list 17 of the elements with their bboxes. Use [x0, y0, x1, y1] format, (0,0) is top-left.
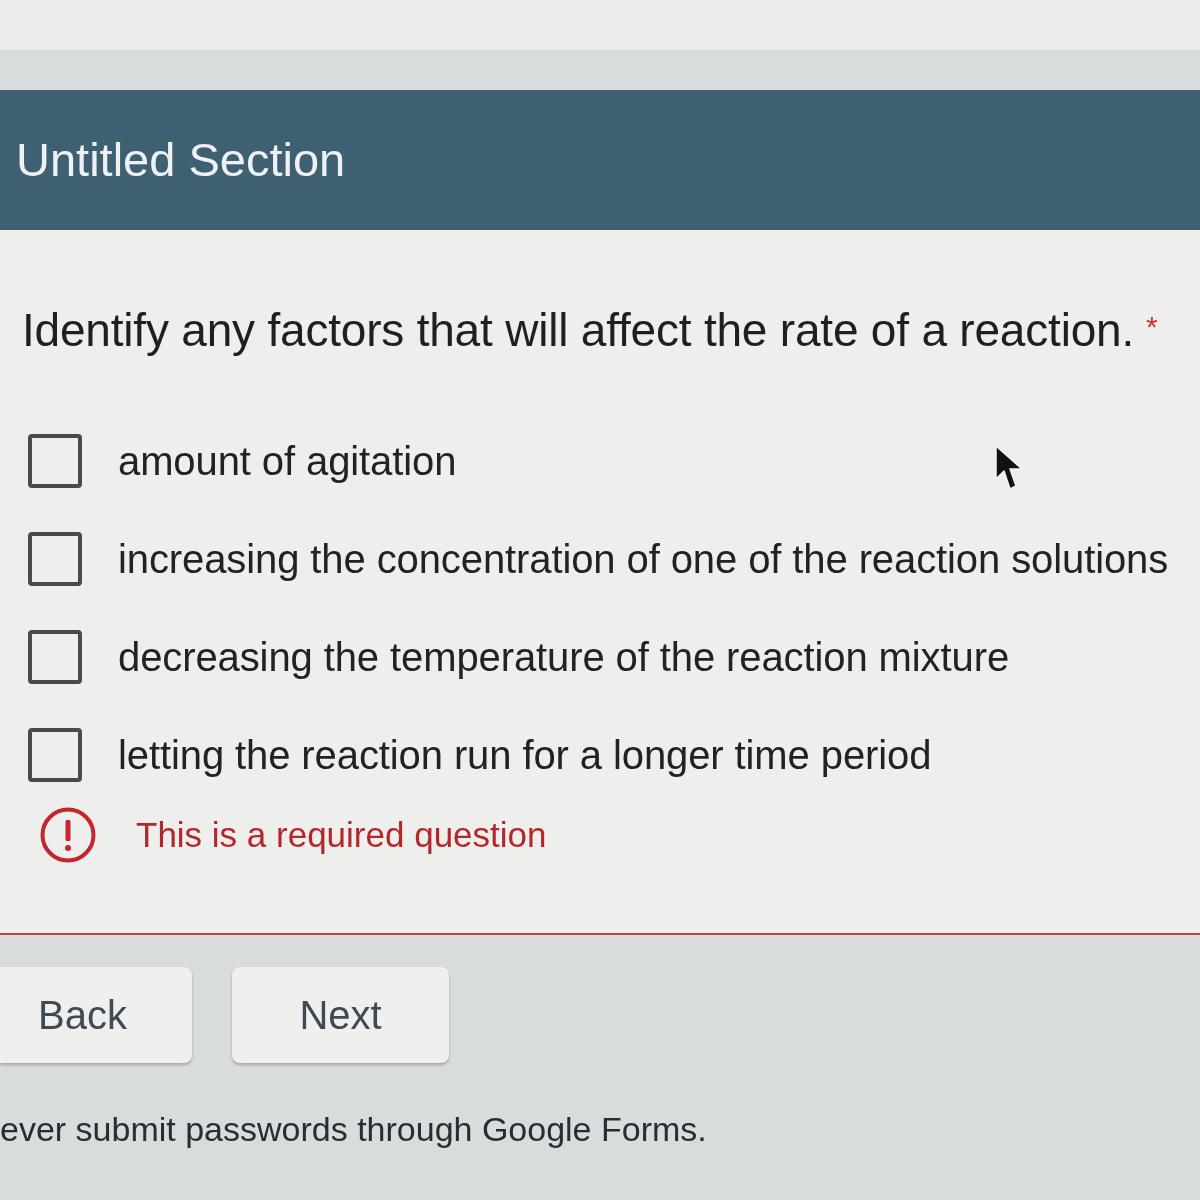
next-button[interactable]: Next [232, 967, 449, 1063]
section-title: Untitled Section [16, 134, 346, 186]
question-text: Identify any factors that will affect the rate of a reaction. [22, 303, 1134, 357]
option-label[interactable]: letting the reaction run for a longer time period [118, 727, 932, 783]
option-label[interactable]: amount of agitation [118, 433, 457, 489]
mouse-cursor-icon [995, 445, 1023, 490]
error-message: This is a required question [136, 814, 547, 856]
checkbox[interactable] [28, 532, 82, 586]
option-label[interactable]: decreasing the temperature of the reaction mixture [118, 629, 1010, 685]
checkbox[interactable] [28, 630, 82, 684]
back-button[interactable]: Back [0, 967, 192, 1063]
checkbox[interactable] [28, 728, 82, 782]
required-asterisk: * [1146, 309, 1158, 345]
error-icon [40, 807, 96, 863]
option-label[interactable]: increasing the concentration of one of the reaction solutions [118, 531, 1169, 587]
checkbox[interactable] [28, 434, 82, 488]
footer-notice: ever submit passwords through Google Forms. [0, 1109, 708, 1149]
